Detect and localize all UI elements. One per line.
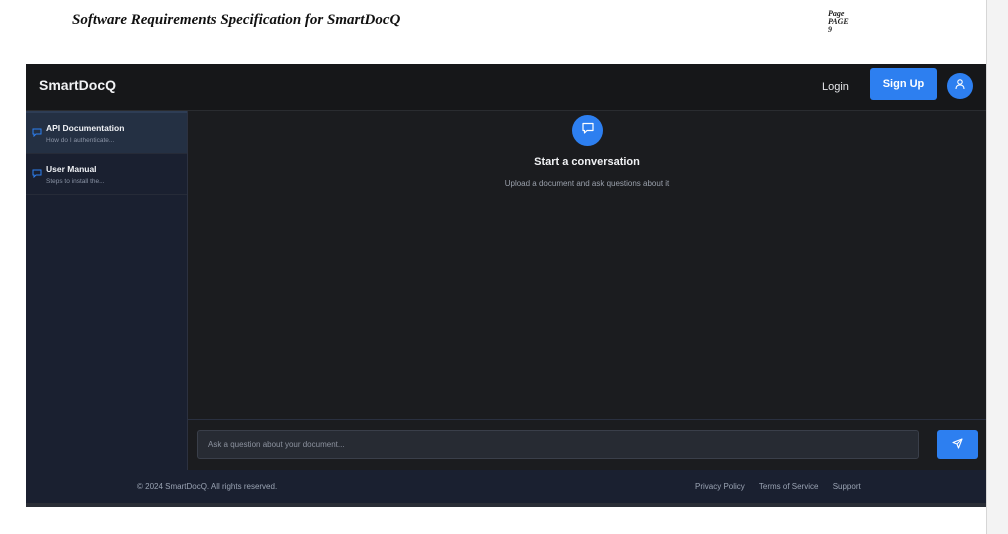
send-icon [952,436,963,454]
sidebar-item-title: API Documentation [46,123,125,133]
chat-bubble-icon [32,165,42,183]
document-page-number: Page PAGE 9 [828,10,888,34]
document-margin-strip [986,0,1008,534]
login-button[interactable]: Login [812,76,859,98]
user-icon [954,77,966,95]
bottom-divider [26,503,986,507]
conversation-sidebar: API Documentation How do I authenticate.… [26,111,188,470]
terms-of-service-link[interactable]: Terms of Service [759,482,819,491]
chat-bubble-icon [32,124,42,142]
app-screenshot: SmartDocQ Login Sign Up API Documentatio… [26,64,986,507]
sidebar-item-preview: How do I authenticate... [46,137,115,144]
sidebar-item-preview: Steps to install the... [46,178,105,185]
signup-button[interactable]: Sign Up [870,68,937,100]
question-input[interactable] [197,430,919,459]
send-button[interactable] [937,430,978,459]
question-input-bar [188,419,986,471]
footer: © 2024 SmartDocQ. All rights reserved. P… [26,470,986,503]
chat-main-area: Start a conversation Upload a document a… [188,111,986,419]
empty-state-subtitle: Upload a document and ask questions abou… [504,179,670,188]
page-label-field: PAGE [828,17,849,26]
sidebar-item-title: User Manual [46,164,97,174]
sidebar-item-api-documentation[interactable]: API Documentation How do I authenticate.… [26,111,187,154]
chat-bubble-icon [581,122,595,140]
sidebar-item-user-manual[interactable]: User Manual Steps to install the... [26,154,187,195]
user-avatar-button[interactable] [947,73,973,99]
document-header-title: Software Requirements Specification for … [72,12,401,28]
brand-logo[interactable]: SmartDocQ [39,77,116,93]
support-link[interactable]: Support [833,482,861,491]
empty-state-title: Start a conversation [534,156,640,168]
navbar: SmartDocQ Login Sign Up [26,64,986,111]
privacy-policy-link[interactable]: Privacy Policy [695,482,745,491]
start-conversation-badge [572,115,603,146]
page-label-number: 9 [828,25,832,34]
copyright-text: © 2024 SmartDocQ. All rights reserved. [137,482,278,491]
footer-links: Privacy Policy Terms of Service Support [695,482,873,491]
